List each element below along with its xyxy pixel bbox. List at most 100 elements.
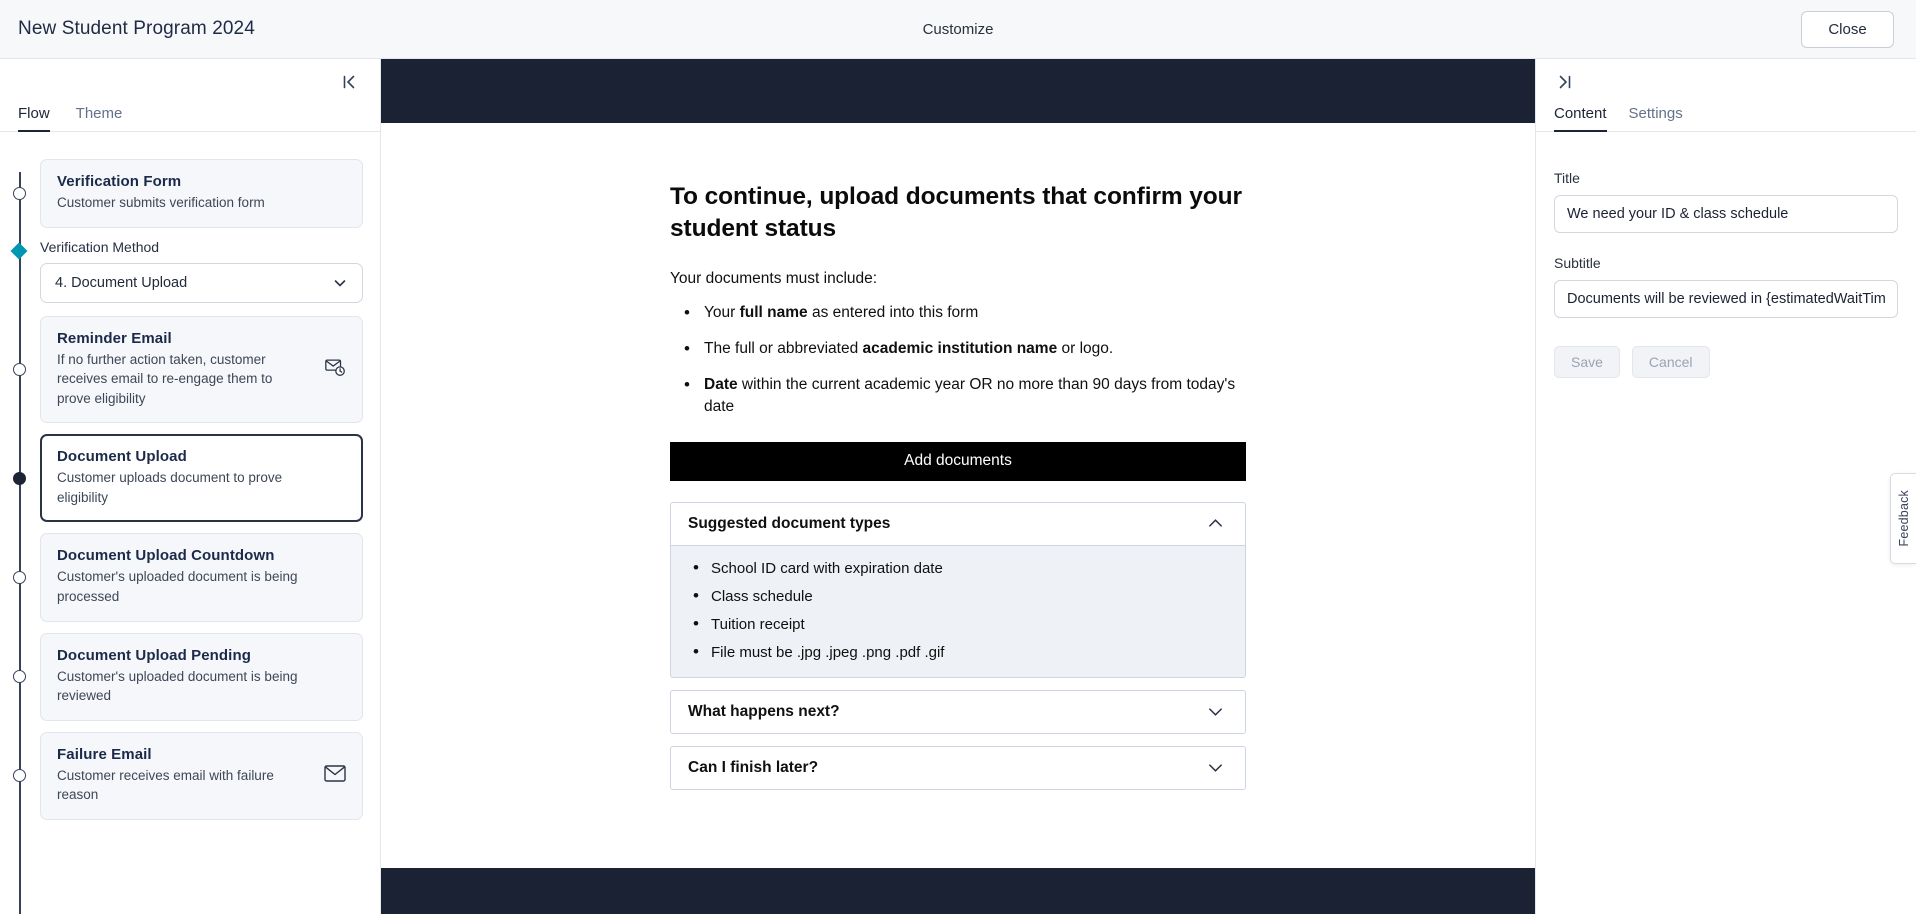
requirement-bold: academic institution name bbox=[862, 339, 1058, 357]
verification-method-select[interactable]: 4. Document Upload bbox=[40, 262, 363, 303]
flow-card-title: Document Upload Countdown bbox=[57, 547, 275, 565]
accordion-suggested-document-types: Suggested document types School ID card … bbox=[670, 501, 1246, 678]
sidebar-tabs: Flow Theme bbox=[0, 105, 380, 132]
flow-card[interactable]: Document Upload Pending Customer's uploa… bbox=[40, 632, 363, 721]
flow-card[interactable]: Failure Email Customer receives email wi… bbox=[40, 731, 363, 820]
title-label: Title bbox=[1554, 170, 1580, 186]
flow-card-title: Verification Form bbox=[57, 173, 182, 190]
verification-method-label: Verification Method bbox=[40, 238, 160, 255]
requirements-list: Your full name as entered into this form… bbox=[670, 301, 1246, 418]
list-item: School ID card with expiration date bbox=[689, 558, 1245, 578]
tab-content[interactable]: Content bbox=[1554, 105, 1607, 132]
content-form: Title Subtitle Save Cancel bbox=[1536, 132, 1916, 378]
app-root: New Student Program 2024 Customize Close… bbox=[0, 0, 1916, 914]
email-clock-icon bbox=[324, 356, 346, 383]
flow-card-desc: Customer receives email with failure rea… bbox=[57, 767, 274, 803]
flow-step-document-upload-pending[interactable]: Document Upload Pending Customer's uploa… bbox=[0, 632, 380, 721]
top-bar: New Student Program 2024 Customize Close bbox=[0, 0, 1916, 59]
timeline-node-ring bbox=[13, 186, 26, 200]
list-item: Class schedule bbox=[689, 586, 1245, 606]
flow-card-desc: Customer's uploaded document is being re… bbox=[57, 668, 298, 704]
flow-step-reminder-email[interactable]: Reminder Email If no further action take… bbox=[0, 315, 380, 424]
accordion-header[interactable]: Can I finish later? bbox=[670, 745, 1246, 790]
flow-card-selected[interactable]: Document Upload Customer uploads documen… bbox=[40, 434, 363, 523]
flow-card-desc: Customer uploads document to prove eligi… bbox=[57, 470, 283, 505]
requirement-item: The full or abbreviated academic institu… bbox=[680, 337, 1246, 361]
title-input[interactable] bbox=[1554, 195, 1898, 233]
requirement-post: or logo. bbox=[1057, 339, 1114, 357]
requirement-post: as entered into this form bbox=[807, 303, 979, 321]
customize-label: Customize bbox=[922, 20, 994, 38]
timeline-node-ring bbox=[13, 769, 26, 783]
feedback-label: Feedback bbox=[1896, 490, 1911, 547]
flow-list-scroll[interactable]: Verification Form Customer submits verif… bbox=[0, 132, 380, 914]
preview-footer-bar bbox=[381, 868, 1535, 914]
flow-card-title: Failure Email bbox=[57, 745, 152, 763]
tab-settings[interactable]: Settings bbox=[1629, 105, 1683, 131]
email-icon bbox=[324, 764, 346, 787]
accordion-header[interactable]: What happens next? bbox=[670, 689, 1246, 734]
accordion-what-happens-next: What happens next? bbox=[670, 689, 1246, 734]
timeline-node-ring bbox=[13, 570, 26, 584]
requirement-pre: Your bbox=[704, 303, 740, 321]
accordion-body: School ID card with expiration date Clas… bbox=[670, 545, 1246, 678]
add-documents-button[interactable]: Add documents bbox=[670, 441, 1246, 481]
flow-card[interactable]: Verification Form Customer submits verif… bbox=[40, 159, 363, 228]
flow-step-document-upload[interactable]: Document Upload Customer uploads documen… bbox=[0, 434, 380, 523]
flow-step-document-upload-countdown[interactable]: Document Upload Countdown Customer's upl… bbox=[0, 533, 380, 622]
requirement-bold: Date bbox=[704, 375, 738, 393]
flow-sidebar: Flow Theme Verification Form Customer su… bbox=[0, 59, 381, 914]
properties-panel: Content Settings Title Subtitle Save Can… bbox=[1535, 59, 1916, 914]
close-button[interactable]: Close bbox=[1801, 11, 1894, 48]
form-actions: Save Cancel bbox=[1554, 346, 1898, 378]
accordion-header[interactable]: Suggested document types bbox=[670, 501, 1246, 546]
collapse-panel-icon[interactable] bbox=[338, 71, 360, 93]
accordion-can-i-finish-later: Can I finish later? bbox=[670, 745, 1246, 790]
preview-intro-text: Your documents must include: bbox=[670, 269, 878, 287]
chevron-down-icon bbox=[332, 275, 348, 291]
subtitle-input[interactable] bbox=[1554, 280, 1898, 318]
timeline-node-dot bbox=[13, 471, 26, 485]
preview-header-bar bbox=[381, 59, 1535, 123]
save-button[interactable]: Save bbox=[1554, 346, 1620, 378]
subtitle-label: Subtitle bbox=[1554, 255, 1601, 271]
flow-card[interactable]: Document Upload Countdown Customer's upl… bbox=[40, 533, 363, 622]
accordion-title: Can I finish later? bbox=[688, 758, 819, 776]
verification-method-row: Verification Method bbox=[0, 239, 380, 263]
preview-pane: To continue, upload documents that confi… bbox=[381, 59, 1535, 914]
requirement-post: within the current academic year OR no m… bbox=[704, 375, 1236, 415]
flow-step-failure-email[interactable]: Failure Email Customer receives email wi… bbox=[0, 731, 380, 820]
requirement-bold: full name bbox=[739, 303, 808, 321]
flow-card-title: Document Upload bbox=[57, 448, 187, 466]
flow-card-desc: Customer's uploaded document is being pr… bbox=[57, 569, 298, 604]
page-title: New Student Program 2024 bbox=[18, 18, 255, 39]
flow-card[interactable]: Reminder Email If no further action take… bbox=[40, 315, 363, 424]
accordion-title: Suggested document types bbox=[688, 514, 891, 532]
requirement-pre: The full or abbreviated bbox=[704, 339, 863, 357]
requirement-item: Date within the current academic year OR… bbox=[680, 373, 1246, 418]
chevron-up-icon[interactable] bbox=[1206, 514, 1225, 533]
flow-card-title: Reminder Email bbox=[57, 329, 172, 347]
tab-flow[interactable]: Flow bbox=[18, 105, 50, 132]
tab-theme[interactable]: Theme bbox=[76, 105, 123, 131]
verification-method-value: 4. Document Upload bbox=[55, 274, 188, 291]
chevron-down-icon[interactable] bbox=[1206, 758, 1225, 777]
flow-card-desc: Customer submits verification form bbox=[57, 195, 265, 210]
chevron-down-icon[interactable] bbox=[1206, 702, 1225, 721]
feedback-tab[interactable]: Feedback bbox=[1890, 473, 1916, 564]
properties-tabs: Content Settings bbox=[1536, 105, 1916, 132]
list-item: File must be .jpg .jpeg .png .pdf .gif bbox=[689, 642, 1245, 662]
timeline-node-ring bbox=[13, 362, 26, 376]
requirement-item: Your full name as entered into this form bbox=[680, 301, 1246, 325]
cancel-button[interactable]: Cancel bbox=[1631, 346, 1710, 378]
flow-card-desc: If no further action taken, customer rec… bbox=[57, 351, 273, 406]
timeline-node-diamond bbox=[10, 242, 28, 260]
main-body: Flow Theme Verification Form Customer su… bbox=[0, 59, 1916, 914]
expand-panel-icon[interactable] bbox=[1556, 71, 1578, 93]
preview-content: To continue, upload documents that confi… bbox=[670, 123, 1246, 802]
flow-step-verification-form[interactable]: Verification Form Customer submits verif… bbox=[0, 159, 380, 228]
panel-expand-row bbox=[1536, 59, 1916, 105]
timeline-node-ring bbox=[13, 670, 26, 684]
flow-step-list: Verification Form Customer submits verif… bbox=[0, 159, 380, 820]
flow-card-title: Document Upload Pending bbox=[57, 646, 251, 664]
